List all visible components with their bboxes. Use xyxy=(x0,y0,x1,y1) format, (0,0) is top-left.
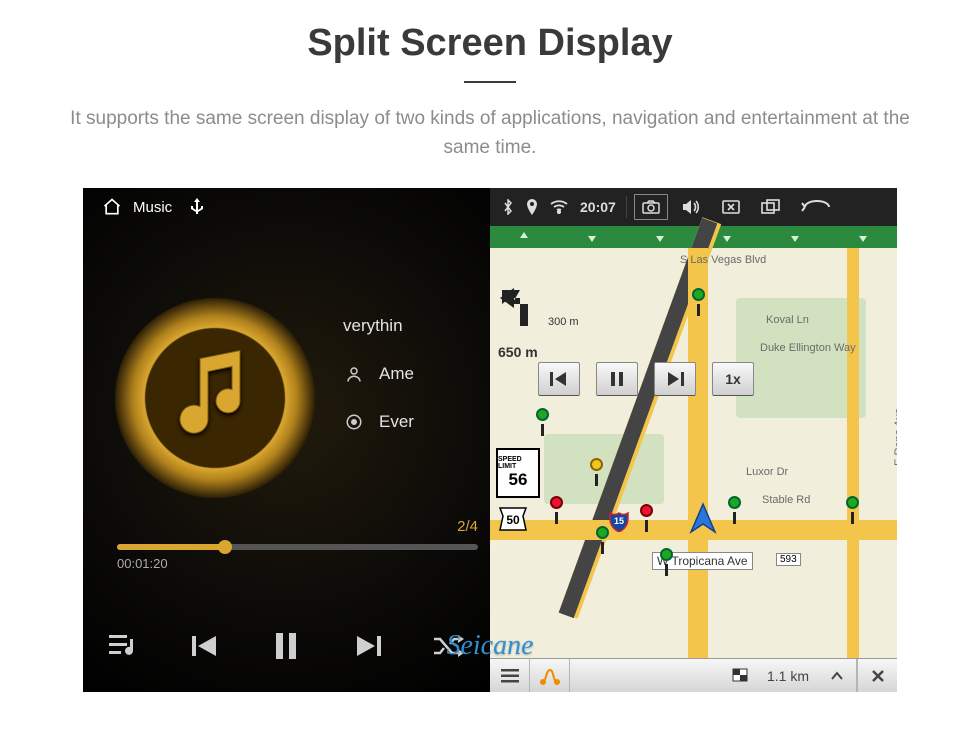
street-label: Duke Ellington Way xyxy=(760,342,856,354)
music-notes-icon xyxy=(176,347,254,446)
road xyxy=(847,248,859,658)
highway-shield-icon: 50 xyxy=(498,506,528,532)
dir-slot-2 xyxy=(558,226,626,248)
traffic-light-icon xyxy=(550,496,564,524)
elapsed-time: 00:01:20 xyxy=(117,556,168,571)
street-label: S Las Vegas Blvd xyxy=(680,254,766,266)
song-title-row: verythin xyxy=(343,316,414,336)
svg-text:50: 50 xyxy=(506,513,520,527)
dir-slot-3 xyxy=(626,226,694,248)
traffic-light-icon xyxy=(728,496,742,524)
music-pane: Music verythin Ame xyxy=(83,188,490,692)
home-icon[interactable] xyxy=(101,197,123,217)
wifi-icon xyxy=(550,200,568,214)
map-canvas[interactable]: S Las Vegas Blvd Koval Ln Duke Ellington… xyxy=(490,248,897,658)
progress-fill xyxy=(117,544,225,550)
menu-button[interactable] xyxy=(490,659,530,693)
playlist-button[interactable] xyxy=(93,620,155,672)
footer-distance: 1.1 km xyxy=(759,668,817,684)
street-label: Koval Ln xyxy=(766,314,809,326)
traffic-light-icon xyxy=(692,288,706,316)
traffic-light-icon xyxy=(590,458,604,486)
bluetooth-icon xyxy=(502,199,514,215)
shuffle-button[interactable] xyxy=(418,620,480,672)
back-button[interactable] xyxy=(794,194,838,220)
screenshot-button[interactable] xyxy=(634,194,668,220)
song-title: verythin xyxy=(343,316,403,336)
previous-button[interactable] xyxy=(174,620,236,672)
vehicle-cursor-icon xyxy=(686,502,720,541)
page-title: Split Screen Display xyxy=(0,22,980,65)
usb-icon xyxy=(190,198,204,216)
sim-prev-button[interactable] xyxy=(538,362,580,396)
sim-speed-button[interactable]: 1x xyxy=(712,362,754,396)
album-name: Ever xyxy=(379,412,414,432)
album-art xyxy=(115,298,315,498)
dir-slot-6 xyxy=(829,226,897,248)
disc-icon xyxy=(343,413,365,431)
sim-next-button[interactable] xyxy=(654,362,696,396)
interstate-shield-icon: 15 xyxy=(608,510,630,532)
album-row: Ever xyxy=(343,412,414,432)
artist-icon xyxy=(343,365,365,383)
next-button[interactable] xyxy=(337,620,399,672)
music-controls xyxy=(83,620,490,672)
system-bar: 20:07 xyxy=(490,188,897,226)
street-label: Stable Rd xyxy=(762,494,810,506)
music-status-bar: Music xyxy=(83,188,490,226)
progress-bar[interactable] xyxy=(117,544,478,550)
nav-footer: 1.1 km xyxy=(490,658,897,692)
traffic-light-icon xyxy=(640,504,654,532)
location-icon xyxy=(526,199,538,215)
turn-2-distance: 650 m xyxy=(498,344,538,360)
head-unit-screen: Music verythin Ame xyxy=(83,188,897,692)
music-status-title: Music xyxy=(133,199,172,216)
track-meta: verythin Ame Ever xyxy=(343,316,414,460)
progress-thumb[interactable] xyxy=(218,540,232,554)
pause-button[interactable] xyxy=(255,620,317,672)
dir-slot-1 xyxy=(490,226,558,248)
svg-text:15: 15 xyxy=(614,516,624,526)
chevron-up-icon[interactable] xyxy=(817,659,857,693)
speed-limit-value: 56 xyxy=(509,470,528,490)
traffic-light-icon xyxy=(660,548,674,576)
volume-button[interactable] xyxy=(674,194,708,220)
speed-limit-label: SPEED LIMIT xyxy=(498,456,538,470)
title-underline xyxy=(464,81,516,83)
dir-slot-5 xyxy=(761,226,829,248)
street-label: E Reno Ave xyxy=(893,408,897,466)
turn-1-distance: 300 m xyxy=(548,316,579,328)
track-count: 2/4 xyxy=(457,518,478,535)
destination-icon xyxy=(723,667,759,685)
artist-row: Ame xyxy=(343,364,414,384)
street-label: Luxor Dr xyxy=(746,466,788,478)
artist-name: Ame xyxy=(379,364,414,384)
dismiss-button[interactable] xyxy=(714,194,748,220)
speed-limit-sign: SPEED LIMIT 56 xyxy=(496,448,540,498)
system-time: 20:07 xyxy=(580,199,616,215)
navigation-pane: 20:07 xyxy=(490,188,897,692)
sim-controls: 1x xyxy=(538,362,754,396)
recents-button[interactable] xyxy=(754,194,788,220)
progress-area[interactable]: 00:01:20 xyxy=(117,538,478,572)
traffic-light-icon xyxy=(846,496,860,524)
traffic-light-icon xyxy=(536,408,550,436)
close-button[interactable] xyxy=(857,659,897,693)
turn-left-icon xyxy=(498,286,542,331)
route-info-button[interactable] xyxy=(530,659,570,693)
page-subtitle: It supports the same screen display of t… xyxy=(55,105,925,162)
street-number: 593 xyxy=(776,553,801,566)
sim-pause-button[interactable] xyxy=(596,362,638,396)
